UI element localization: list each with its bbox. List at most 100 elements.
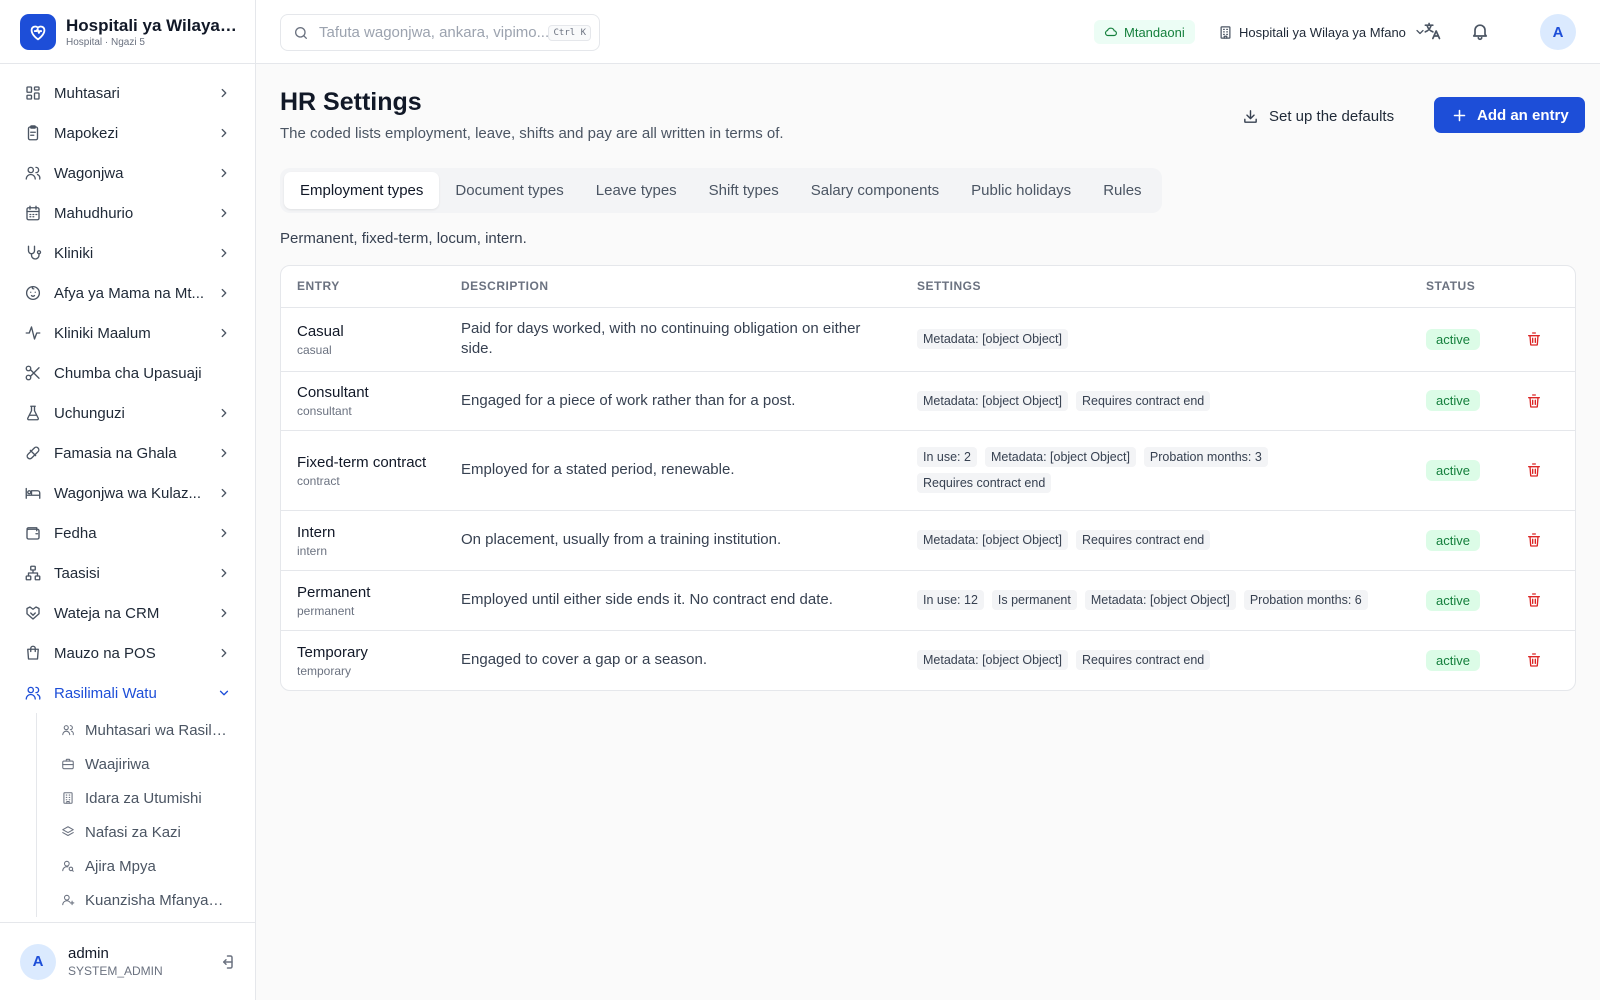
- delete-trash-icon[interactable]: [1526, 532, 1559, 548]
- users-icon: [24, 684, 42, 702]
- sidebar-item-taasisi[interactable]: Taasisi: [0, 553, 255, 593]
- setting-chip: Metadata: [object Object]: [984, 447, 1136, 467]
- add-entry-button[interactable]: Add an entry: [1434, 97, 1585, 133]
- cell-settings: Metadata: [object Object] Requires contra…: [901, 630, 1410, 690]
- entry-name: Fixed-term contract: [297, 453, 427, 471]
- entry-description: Employed until either side ends it. No c…: [461, 591, 833, 608]
- settings-tabs: Employment types Document types Leave type…: [280, 168, 1162, 213]
- entry-name: Permanent: [297, 583, 371, 601]
- setting-chip: In use: 12: [917, 590, 984, 610]
- sidebar-subitem-ajira-mpya[interactable]: Ajira Mpya: [61, 849, 255, 883]
- brand-header[interactable]: Hospitali ya Wilaya ... Hospital · Ngazi…: [0, 0, 255, 64]
- sidebar-item-wagonjwa[interactable]: Wagonjwa: [0, 153, 255, 193]
- sidebar-subitem-label: Idara za Utumishi: [85, 789, 202, 807]
- sidebar-item-famasia-na-ghala[interactable]: Famasia na Ghala: [0, 433, 255, 473]
- sidebar-item-wagonjwa-wa-kulaz[interactable]: Wagonjwa wa Kulaz...: [0, 473, 255, 513]
- cell-actions: [1510, 371, 1575, 431]
- logout-icon[interactable]: [217, 953, 235, 971]
- sidebar-item-uchunguzi[interactable]: Uchunguzi: [0, 393, 255, 433]
- sidebar-item-label: Chumba cha Upasuaji: [54, 364, 202, 382]
- sidebar-subitem-label: Muhtasari wa Rasili...: [85, 721, 227, 739]
- sidebar-subitem-kuanzisha-mfanyak[interactable]: Kuanzisha Mfanyak...: [61, 883, 255, 917]
- setting-chip: Probation months: 6: [1243, 590, 1368, 610]
- table-row[interactable]: Fixed-term contract contract Employed for …: [281, 430, 1575, 511]
- table-row[interactable]: Consultant consultant Engaged for a piece …: [281, 371, 1575, 431]
- setup-defaults-label: Set up the defaults: [1269, 107, 1395, 125]
- add-entry-label: Add an entry: [1477, 106, 1569, 124]
- users-icon: [61, 723, 75, 737]
- entry-description: Employed for a stated period, renewable.: [461, 461, 735, 478]
- delete-trash-icon[interactable]: [1526, 462, 1559, 478]
- flask-icon: [24, 404, 42, 422]
- sidebar-item-label: Uchunguzi: [54, 404, 125, 422]
- search-input[interactable]: [319, 24, 549, 41]
- entry-code: consultant: [297, 404, 352, 418]
- cell-entry: Temporary temporary: [281, 630, 445, 690]
- sidebar-item-fedha[interactable]: Fedha: [0, 513, 255, 553]
- delete-trash-icon[interactable]: [1526, 393, 1559, 409]
- user-avatar[interactable]: A: [20, 943, 56, 980]
- sidebar-item-mapokezi[interactable]: Mapokezi: [0, 113, 255, 153]
- setup-defaults-button[interactable]: Set up the defaults: [1232, 98, 1404, 134]
- table-row[interactable]: Intern intern On placement, usually from a…: [281, 510, 1575, 571]
- user-role: SYSTEM_ADMIN: [68, 964, 163, 978]
- page-title: HR Settings: [280, 88, 422, 116]
- cell-description: Paid for days worked, with no continuing…: [445, 307, 901, 372]
- sidebar-item-wateja-na-crm[interactable]: Wateja na CRM: [0, 593, 255, 633]
- sidebar-subitem-waajiriwa[interactable]: Waajiriwa: [61, 747, 255, 781]
- activity-icon: [24, 324, 42, 342]
- sidebar-subitem-muhtasari-wa-rasili[interactable]: Muhtasari wa Rasili...: [61, 713, 255, 747]
- bell-icon[interactable]: [1470, 21, 1490, 41]
- search-box[interactable]: Ctrl K: [280, 14, 600, 51]
- sidebar-item-mahudhurio[interactable]: Mahudhurio: [0, 193, 255, 233]
- translate-icon[interactable]: [1422, 21, 1442, 41]
- setting-chip: Requires contract end: [917, 473, 1052, 493]
- tab-shift-types[interactable]: Shift types: [693, 172, 795, 209]
- sidebar-item-mauzo-na-pos[interactable]: Mauzo na POS: [0, 633, 255, 673]
- cell-entry: Consultant consultant: [281, 371, 445, 431]
- connection-status-badge: Mtandaoni: [1094, 20, 1195, 44]
- sidebar-item-label: Taasisi: [54, 564, 100, 582]
- sidebar-item-afya-ya-mama-na-mt[interactable]: Afya ya Mama na Mt...: [0, 273, 255, 313]
- delete-trash-icon[interactable]: [1526, 331, 1559, 347]
- facility-name: Hospitali ya Wilaya ya Mfano: [1239, 24, 1406, 40]
- user-search-icon: [61, 859, 75, 873]
- brand-subtitle: Hospital · Ngazi 5: [66, 36, 145, 48]
- stethoscope-icon: [24, 244, 42, 262]
- sidebar-item-kliniki[interactable]: Kliniki: [0, 233, 255, 273]
- user-avatar-button[interactable]: A: [1540, 14, 1576, 50]
- cell-actions: [1510, 430, 1575, 511]
- sidebar: Hospitali ya Wilaya ... Hospital · Ngazi…: [0, 0, 256, 1000]
- sidebar-subitem-idara-za-utumishi[interactable]: Idara za Utumishi: [61, 781, 255, 815]
- table-row[interactable]: Casual casual Paid for days worked, with n…: [281, 307, 1575, 372]
- handshake-icon: [24, 604, 42, 622]
- cell-status: active: [1410, 570, 1510, 631]
- chevron-right-icon: [217, 606, 231, 620]
- sidebar-item-chumba-cha-upasuaji[interactable]: Chumba cha Upasuaji: [0, 353, 255, 393]
- clipboard-icon: [24, 124, 42, 142]
- table-row[interactable]: Permanent permanent Employed until either …: [281, 570, 1575, 631]
- delete-trash-icon[interactable]: [1526, 652, 1559, 668]
- delete-trash-icon[interactable]: [1526, 592, 1559, 608]
- sidebar-item-muhtasari[interactable]: Muhtasari: [0, 73, 255, 113]
- tab-document-types[interactable]: Document types: [439, 172, 579, 209]
- tab-rules[interactable]: Rules: [1087, 172, 1157, 209]
- column-header-description: DESCRIPTION: [445, 266, 901, 308]
- column-header-entry: ENTRY: [281, 266, 445, 308]
- sidebar-item-kliniki-maalum[interactable]: Kliniki Maalum: [0, 313, 255, 353]
- entry-description: Engaged for a piece of work rather than …: [461, 391, 796, 409]
- chevron-down-icon: [217, 686, 231, 700]
- shopping-bag-icon: [24, 644, 42, 662]
- entry-description: Paid for days worked, with no continuing…: [461, 320, 861, 357]
- user-name: admin: [68, 945, 109, 962]
- tab-salary-components[interactable]: Salary components: [795, 172, 955, 209]
- tab-public-holidays[interactable]: Public holidays: [955, 172, 1087, 209]
- facility-selector[interactable]: Hospitali ya Wilaya ya Mfano: [1218, 20, 1426, 44]
- cell-entry: Intern intern: [281, 510, 445, 571]
- sidebar-item-rasilimali-watu[interactable]: Rasilimali Watu: [0, 673, 255, 713]
- column-header-settings: SETTINGS: [901, 266, 1410, 308]
- tab-leave-types[interactable]: Leave types: [580, 172, 693, 209]
- sidebar-subitem-nafasi-za-kazi[interactable]: Nafasi za Kazi: [61, 815, 255, 849]
- table-row[interactable]: Temporary temporary Engaged to cover a gap…: [281, 630, 1575, 690]
- tab-employment-types[interactable]: Employment types: [284, 172, 440, 209]
